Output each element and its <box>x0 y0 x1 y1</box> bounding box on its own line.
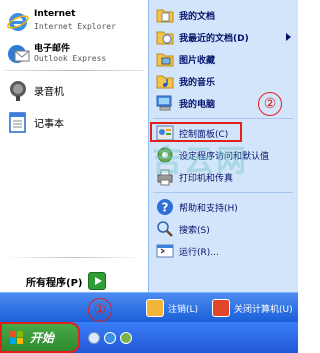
help-support-icon: ? <box>157 199 173 215</box>
notepad-icon <box>9 112 26 133</box>
run-icon <box>156 244 174 258</box>
pinned-item-subtitle: Internet Explorer <box>34 22 116 31</box>
menu-item-label: 运行(R)... <box>179 247 219 258</box>
pinned-item-subtitle: Outlook Express <box>34 54 107 63</box>
menu-item-my-music[interactable]: 我的音乐 <box>149 70 299 92</box>
menu-item-printers-faxes[interactable]: 打印机和传真 <box>149 166 299 188</box>
quick-launch-media-icon[interactable] <box>120 332 132 344</box>
recent-program-label: 录音机 <box>34 86 64 98</box>
start-menu-left-pane: Internet Internet Explorer 电子邮件 Outlook … <box>0 0 148 292</box>
recent-program-notepad[interactable]: 记事本 <box>0 102 148 142</box>
submenu-arrow-icon <box>286 33 291 41</box>
menu-item-label: 设定程序访问和默认值 <box>179 151 270 162</box>
menu-item-recent-documents[interactable]: 我最近的文档(D) <box>149 26 299 48</box>
menu-item-my-documents[interactable]: 我的文档 <box>149 4 299 26</box>
right-separator <box>153 118 293 119</box>
pinned-item-title: Internet <box>34 9 76 19</box>
right-separator <box>153 192 293 193</box>
sound-recorder-icon <box>10 81 26 101</box>
menu-item-label: 我的音乐 <box>179 77 216 88</box>
program-defaults-icon <box>157 147 173 163</box>
key-icon <box>146 299 164 317</box>
pinned-item-title: 电子邮件 <box>34 44 71 54</box>
menu-item-label: 图片收藏 <box>179 55 216 66</box>
start-button[interactable]: 开始 <box>0 322 80 353</box>
menu-item-search[interactable]: 搜索(S) <box>149 218 299 240</box>
menu-item-help-support[interactable]: ? 帮助和支持(H) <box>149 196 299 218</box>
menu-item-label: 我的电脑 <box>179 99 216 110</box>
my-pictures-icon <box>156 53 174 67</box>
power-icon <box>212 299 230 317</box>
quick-launch-ie-icon[interactable] <box>104 332 116 344</box>
svg-text:?: ? <box>162 201 169 215</box>
my-computer-icon <box>156 95 172 111</box>
my-documents-icon <box>156 9 174 23</box>
all-programs-separator <box>4 257 144 258</box>
windows-flag-icon <box>10 330 23 344</box>
internet-explorer-icon <box>7 13 29 31</box>
all-programs-label: 所有程序(P) <box>26 277 83 289</box>
pinned-outlook-express[interactable]: 电子邮件 Outlook Express <box>0 34 148 74</box>
printers-faxes-icon <box>157 169 173 186</box>
search-icon <box>157 221 173 237</box>
menu-item-program-defaults[interactable]: 设定程序访问和默认值 <box>149 144 299 166</box>
callout-2: ② <box>258 92 282 116</box>
shutdown-button[interactable]: 关闭计算机(U) <box>212 297 293 319</box>
menu-item-label: 我的文档 <box>179 11 216 22</box>
menu-item-label: 帮助和支持(H) <box>179 203 238 214</box>
recent-documents-icon <box>156 31 174 45</box>
menu-item-label: 搜索(S) <box>179 225 210 236</box>
logoff-label: 注销(L) <box>168 304 199 315</box>
menu-item-label: 打印机和传真 <box>179 173 234 184</box>
callout-1: ① <box>88 298 112 322</box>
start-label: 开始 <box>30 331 55 345</box>
logoff-button[interactable]: 注销(L) <box>146 297 198 319</box>
shutdown-label: 关闭计算机(U) <box>234 304 293 315</box>
recent-program-label: 记事本 <box>34 118 64 130</box>
control-panel-highlight-box <box>150 122 242 142</box>
all-programs-button[interactable]: 所有程序(P) <box>26 270 107 292</box>
taskbar: 开始 <box>0 322 298 353</box>
my-music-icon <box>156 75 174 89</box>
start-menu-screen: Internet Internet Explorer 电子邮件 Outlook … <box>0 0 298 353</box>
menu-item-run[interactable]: 运行(R)... <box>149 240 299 262</box>
quick-launch-show-desktop-icon[interactable] <box>88 332 100 344</box>
menu-item-my-pictures[interactable]: 图片收藏 <box>149 48 299 70</box>
start-menu-right-pane: 我的文档 我最近的文档(D) 图片收藏 我的音乐 我的电脑 控制面板(C) 设定… <box>148 0 298 292</box>
green-arrow-icon <box>88 272 107 290</box>
outlook-express-icon <box>8 45 30 63</box>
menu-item-label: 我最近的文档(D) <box>179 33 249 44</box>
start-menu-bottom-bar: 注销(L) 关闭计算机(U) <box>0 292 298 322</box>
